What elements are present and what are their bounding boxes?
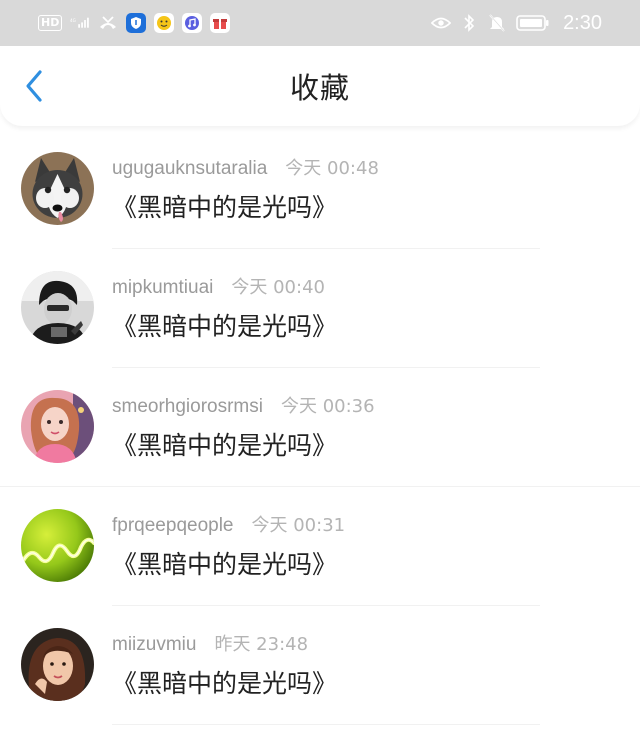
eye-icon	[431, 13, 452, 33]
status-left: HD 4G	[38, 13, 231, 33]
woman-portrait-avatar[interactable]	[21, 628, 94, 701]
item-meta: smeorhgiorosrmsi 今天 00:36	[112, 392, 375, 418]
nav-header: 收藏	[0, 46, 640, 126]
missed-call-icon	[98, 13, 118, 33]
gift-app-icon	[210, 13, 231, 33]
shield-app-icon	[126, 13, 147, 33]
list-item[interactable]: miizuvmiu 昨天 23:48 《黑暗中的是光吗》	[0, 606, 640, 725]
pink-girl-avatar[interactable]	[21, 390, 94, 463]
emoji-app-icon	[154, 13, 175, 33]
favorite-title[interactable]: 《黑暗中的是光吗》	[112, 188, 337, 224]
green-wave-avatar[interactable]	[21, 509, 94, 582]
username[interactable]: fprqeepqeople	[112, 515, 234, 537]
page-title: 收藏	[289, 71, 350, 105]
mute-bell-icon	[487, 13, 507, 33]
username[interactable]: miizuvmiu	[112, 634, 196, 656]
username[interactable]: mipkumtiuai	[112, 277, 213, 299]
timestamp: 昨天 23:48	[214, 634, 309, 655]
username[interactable]: smeorhgiorosrmsi	[112, 396, 263, 418]
music-app-icon	[182, 13, 203, 33]
bluetooth-icon	[459, 13, 479, 33]
status-right: 2:30	[431, 12, 602, 35]
bw-person-avatar[interactable]	[21, 271, 94, 344]
back-button[interactable]	[18, 66, 50, 106]
divider	[112, 724, 540, 725]
favorite-title[interactable]: 《黑暗中的是光吗》	[112, 307, 337, 343]
item-meta: mipkumtiuai 今天 00:40	[112, 273, 325, 299]
list-item[interactable]: fprqeepqeople 今天 00:31 《黑暗中的是光吗》	[0, 487, 640, 606]
battery-icon	[515, 13, 551, 33]
favorite-title[interactable]: 《黑暗中的是光吗》	[112, 545, 337, 581]
item-meta: miizuvmiu 昨天 23:48	[112, 630, 308, 656]
favorite-title[interactable]: 《黑暗中的是光吗》	[112, 426, 337, 462]
husky-dog-avatar[interactable]	[21, 152, 94, 225]
item-meta: ugugauknsutaralia 今天 00:48	[112, 154, 379, 180]
status-bar: HD 4G 2:30	[0, 0, 640, 46]
chevron-left-icon	[26, 70, 42, 102]
signal-icon: 4G	[70, 13, 90, 33]
timestamp: 今天 00:40	[231, 277, 325, 298]
clock: 2:30	[563, 11, 602, 34]
timestamp: 今天 00:48	[285, 158, 379, 179]
list-item[interactable]: mipkumtiuai 今天 00:40 《黑暗中的是光吗》	[0, 249, 640, 368]
list-item[interactable]: smeorhgiorosrmsi 今天 00:36 《黑暗中的是光吗》	[0, 368, 640, 487]
item-meta: fprqeepqeople 今天 00:31	[112, 511, 345, 537]
hd-badge: HD	[38, 15, 63, 31]
timestamp: 今天 00:36	[280, 396, 375, 417]
username[interactable]: ugugauknsutaralia	[112, 158, 267, 180]
favorite-title[interactable]: 《黑暗中的是光吗》	[112, 664, 337, 700]
list-item[interactable]: ugugauknsutaralia 今天 00:48 《黑暗中的是光吗》	[0, 130, 640, 249]
svg-text:4G: 4G	[70, 18, 76, 23]
timestamp: 今天 00:31	[251, 515, 346, 536]
favorites-list: ugugauknsutaralia 今天 00:48 《黑暗中的是光吗》 mip…	[0, 130, 640, 725]
